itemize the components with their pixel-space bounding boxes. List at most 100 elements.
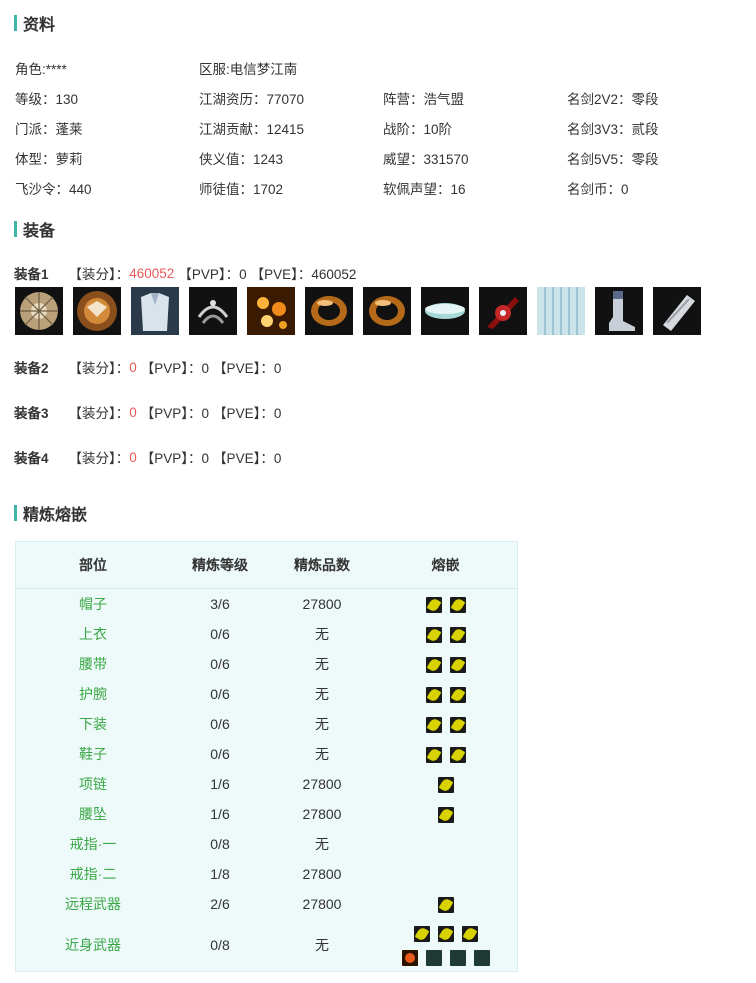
part-cell: 腰带 [79, 656, 107, 672]
gem-icon[interactable] [437, 897, 454, 914]
gem-icon[interactable] [461, 926, 478, 943]
score-label: 【装分】： [68, 451, 130, 466]
profile-coin: 名剑币：0 [567, 182, 629, 197]
pve-score: 【PVE】：460052 [250, 267, 357, 282]
score-value: 0 [129, 359, 137, 375]
table-row: 腰带 0/6 无 [16, 649, 518, 679]
equipment-icon-strip [15, 287, 711, 335]
part-cell: 戒指·二 [69, 866, 117, 882]
pvp-score: 【PVP】：0 [140, 451, 210, 466]
equipment-set-4[interactable]: 装备4 【装分】： 0 【PVP】：0 【PVE】：0 [14, 447, 281, 467]
table-row: 上衣 0/6 无 [16, 619, 518, 649]
refine-level-cell: 1/8 [210, 866, 230, 882]
part-cell: 下装 [79, 716, 107, 732]
gem-icon[interactable] [425, 687, 442, 704]
ring-icon[interactable] [363, 287, 411, 335]
table-row: 近身武器 0/8 无 [16, 919, 518, 972]
fire-gem-icon[interactable] [401, 950, 418, 967]
gem-icon[interactable] [413, 926, 430, 943]
refine-level-cell: 1/6 [210, 776, 230, 792]
boots-icon[interactable] [595, 287, 643, 335]
gem-icon[interactable] [437, 926, 454, 943]
profile-camp: 阵营：浩气盟 [383, 92, 464, 107]
pvp-score: 【PVP】：0 [178, 267, 247, 282]
refine-quality-cell: 无 [315, 836, 329, 852]
hat-icon[interactable] [15, 287, 63, 335]
score-label: 【装分】： [68, 361, 130, 376]
part-cell: 项链 [79, 776, 107, 792]
gem-icon[interactable] [425, 657, 442, 674]
equipment-set-label: 装备4 [14, 451, 49, 466]
refine-level-cell: 0/6 [210, 746, 230, 762]
gem-icon[interactable] [425, 747, 442, 764]
gem-icon[interactable] [437, 777, 454, 794]
part-cell: 护腕 [79, 686, 107, 702]
score-value: 460052 [129, 265, 175, 281]
header-refine-quality: 精炼品数 [270, 541, 374, 589]
inlay-cell [374, 859, 518, 889]
empty-slot-icon[interactable] [473, 950, 490, 967]
equipment-set-3[interactable]: 装备3 【装分】： 0 【PVP】：0 【PVE】：0 [14, 402, 281, 422]
refine-level-cell: 2/6 [210, 896, 230, 912]
empty-slot-icon[interactable] [425, 950, 442, 967]
refine-quality-cell: 27800 [302, 896, 342, 912]
inlay-cell [374, 919, 518, 972]
gem-icon[interactable] [449, 747, 466, 764]
refine-quality-cell: 27800 [302, 776, 342, 792]
gem-icon[interactable] [425, 597, 442, 614]
bracer-icon[interactable] [653, 287, 701, 335]
gem-icon[interactable] [449, 687, 466, 704]
refine-level-cell: 0/6 [210, 626, 230, 642]
equipment-section-title: 装备 [14, 219, 56, 240]
profile-rank-2v2: 名剑2V2：零段 [567, 92, 659, 107]
belt-icon[interactable] [189, 287, 237, 335]
profile-school: 门派：蓬莱 [15, 122, 83, 137]
refine-section-title: 精炼熔嵌 [14, 503, 87, 524]
profile-title: 资料 [23, 17, 56, 34]
equipment-set-2[interactable]: 装备2 【装分】： 0 【PVP】：0 【PVE】：0 [14, 357, 281, 377]
profile-mentor: 师徒值：1702 [199, 182, 284, 197]
table-row: 下装 0/6 无 [16, 709, 518, 739]
refine-level-cell: 1/6 [210, 806, 230, 822]
equipment-set-1[interactable]: 装备1 【装分】： 460052 【PVP】：0 【PVE】：460052 [14, 263, 356, 283]
profile-section-title: 资料 [14, 13, 56, 34]
score-value: 0 [129, 449, 137, 465]
refine-level-cell: 0/8 [210, 937, 230, 953]
pve-score: 【PVE】：0 [213, 451, 282, 466]
refine-quality-cell: 27800 [302, 806, 342, 822]
gem-icon[interactable] [425, 717, 442, 734]
part-cell: 远程武器 [65, 896, 121, 912]
shoulder-icon[interactable] [73, 287, 121, 335]
profile-experience: 江湖资历：77070 [199, 92, 305, 107]
refine-level-cell: 0/6 [210, 686, 230, 702]
header-part: 部位 [15, 541, 170, 589]
inlay-cell [374, 619, 518, 649]
table-row: 腰坠 1/6 27800 [16, 799, 518, 829]
profile-body: 体型：萝莉 [15, 152, 83, 167]
empty-slot-icon[interactable] [449, 950, 466, 967]
gem-icon[interactable] [449, 717, 466, 734]
gem-icon[interactable] [437, 807, 454, 824]
score-value: 0 [129, 404, 137, 420]
waist-pendant-icon[interactable] [421, 287, 469, 335]
gem-icon[interactable] [449, 597, 466, 614]
table-row: 戒指·二 1/8 27800 [16, 859, 518, 889]
equipment-title: 装备 [23, 223, 56, 240]
profile-rank-3v3: 名剑3V3：贰段 [567, 122, 659, 137]
gem-icon[interactable] [425, 627, 442, 644]
score-label: 【装分】： [68, 267, 130, 282]
refine-level-cell: 0/8 [210, 836, 230, 852]
profile-war-rank: 战阶：10阶 [383, 122, 453, 137]
ring-icon[interactable] [305, 287, 353, 335]
robe-icon[interactable] [131, 287, 179, 335]
refine-quality-cell: 无 [315, 686, 329, 702]
profile-contribution: 江湖贡献：12415 [199, 122, 305, 137]
weapon-icon[interactable] [479, 287, 527, 335]
gem-icon[interactable] [449, 627, 466, 644]
gem-icon[interactable] [449, 657, 466, 674]
necklace-icon[interactable] [247, 287, 295, 335]
profile-prestige: 威望：331570 [383, 152, 469, 167]
table-row: 戒指·一 0/8 无 [16, 829, 518, 859]
header-refine-level: 精炼等级 [170, 541, 270, 589]
skirt-icon[interactable] [537, 287, 585, 335]
